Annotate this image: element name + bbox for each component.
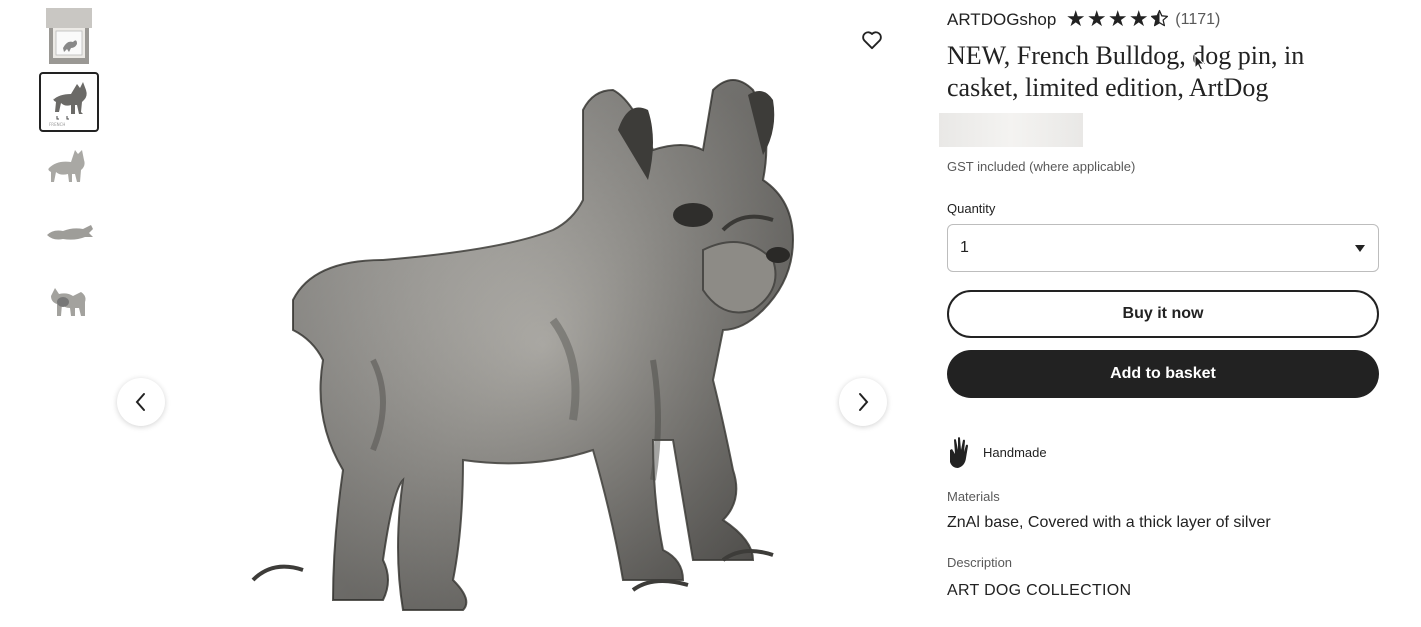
- handmade-row: Handmade: [947, 436, 1047, 468]
- star-half-icon: [1149, 9, 1170, 31]
- mouse-cursor-icon: [1194, 54, 1206, 71]
- previous-image-button[interactable]: [117, 378, 165, 426]
- handmade-label: Handmade: [983, 444, 1047, 460]
- star-icon: ★: [1065, 6, 1086, 31]
- next-image-button[interactable]: [839, 378, 887, 426]
- caret-down-icon: [1355, 244, 1365, 252]
- listing-title: NEW, French Bulldog, dog pin, in casket,…: [947, 41, 1305, 102]
- main-product-image[interactable]: [118, 0, 888, 627]
- price-loading-placeholder: [939, 113, 1083, 147]
- thumbnail-back[interactable]: [39, 270, 99, 330]
- shop-name-link[interactable]: ARTDOGshop: [947, 10, 1056, 30]
- thumbnail-side[interactable]: [39, 138, 99, 198]
- add-to-basket-button[interactable]: Add to basket: [947, 350, 1379, 398]
- french-bulldog-pin-image: [251, 79, 795, 611]
- chevron-left-icon: [135, 393, 145, 411]
- shop-rating-row: ARTDOGshop ★ ★ ★ ★ (1171): [947, 6, 1220, 31]
- favorite-button[interactable]: [848, 22, 896, 58]
- dog-side-image: [48, 150, 85, 182]
- materials-label: Materials: [947, 489, 1000, 504]
- quantity-label: Quantity: [947, 201, 996, 216]
- review-count-link[interactable]: (1171): [1175, 11, 1220, 29]
- star-icon: ★: [1086, 6, 1107, 31]
- description-label: Description: [947, 555, 1013, 570]
- quantity-value: 1: [960, 239, 969, 256]
- dog-back-image: [51, 288, 86, 316]
- star-icon: ★: [1107, 6, 1128, 31]
- rating-stars[interactable]: ★ ★ ★ ★: [1065, 6, 1170, 31]
- gst-note: GST included (where applicable): [947, 159, 1136, 174]
- heart-outline-icon: [862, 31, 882, 50]
- dog-front-image: FRENCH: [49, 82, 87, 127]
- casket-image: [46, 8, 92, 64]
- thumbnail-casket[interactable]: [39, 6, 99, 66]
- materials-value: ZnAl base, Covered with a thick layer of…: [947, 514, 1271, 531]
- chevron-right-icon: [859, 393, 869, 411]
- star-icon: ★: [1128, 6, 1149, 31]
- buy-it-now-button[interactable]: Buy it now: [947, 290, 1379, 338]
- dog-top-image: [47, 225, 93, 240]
- quantity-select[interactable]: 1: [947, 224, 1379, 272]
- hand-icon: [950, 437, 968, 468]
- thumbnail-front[interactable]: FRENCH: [39, 72, 99, 132]
- thumbnail-top[interactable]: [39, 204, 99, 264]
- description-value: ART DOG COLLECTION: [947, 582, 1132, 599]
- svg-text:FRENCH: FRENCH: [49, 122, 65, 127]
